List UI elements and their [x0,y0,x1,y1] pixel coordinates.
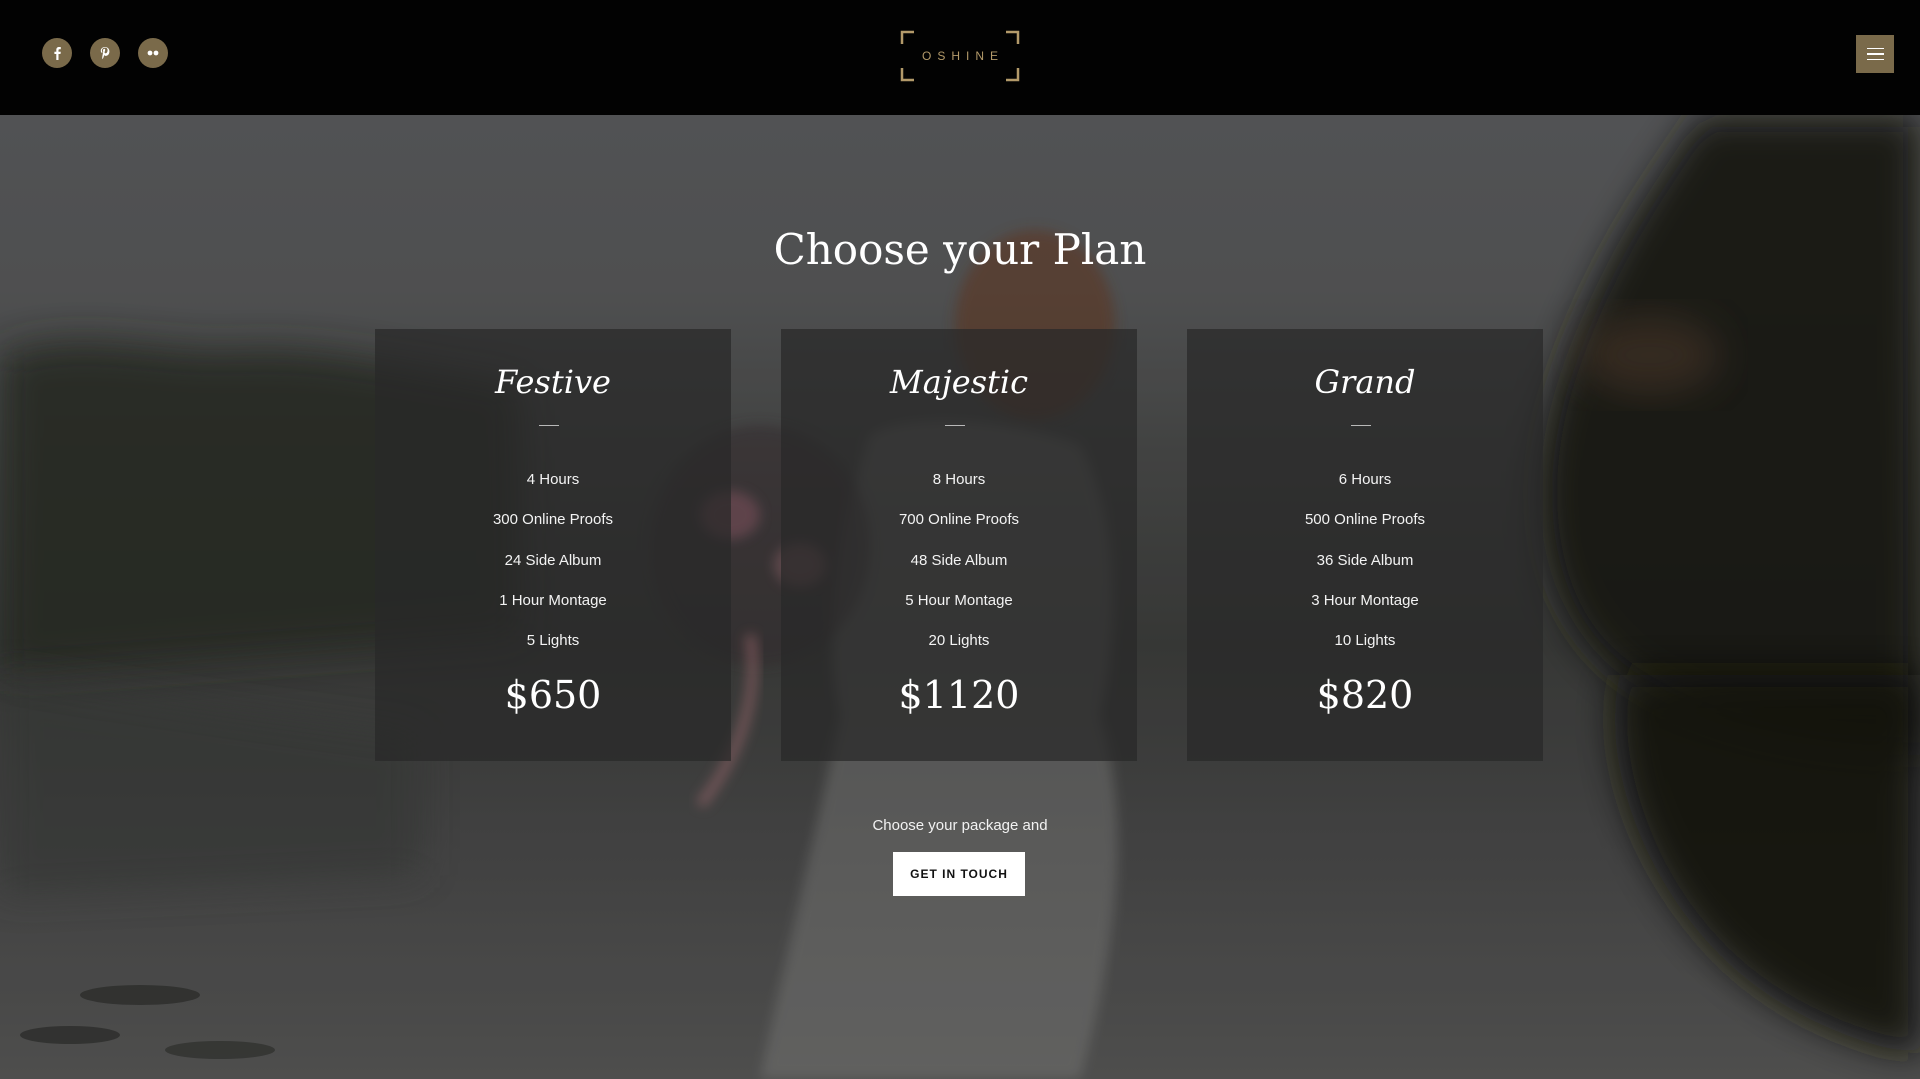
plan-card-majestic: Majestic 8 Hours 700 Online Proofs 48 Si… [781,329,1137,761]
facebook-link[interactable] [42,38,72,68]
plan-feature: 4 Hours [526,471,580,488]
menu-button[interactable] [1856,35,1894,73]
plan-feature: 3 Hour Montage [1311,591,1419,609]
plan-name: Majestic [889,363,1029,401]
plan-price: $650 [504,673,602,717]
divider [945,425,965,426]
plan-feature: 500 Online Proofs [1304,511,1426,529]
plan-name: Grand [1314,363,1416,401]
plan-feature: 24 Side Album [504,551,602,569]
plan-feature: 1 Hour Montage [499,591,607,609]
pinterest-link[interactable] [90,38,120,68]
plan-feature: 5 Hour Montage [905,591,1013,609]
plan-feature: 48 Side Album [910,551,1008,569]
divider [539,425,559,426]
plan-features: 8 Hours 700 Online Proofs 48 Side Album … [781,470,1137,671]
plan-feature: 20 Lights [928,632,990,650]
pricing-section: Choose your Plan Festive 4 Hours 300 Onl… [0,115,1920,1079]
cta-text: Choose your package and [872,817,1048,834]
flickr-icon [147,50,159,56]
get-in-touch-button[interactable]: GET IN TOUCH [893,852,1025,896]
plan-features: 6 Hours 500 Online Proofs 36 Side Album … [1187,470,1543,671]
plan-feature: 10 Lights [1334,632,1396,650]
site-logo[interactable]: OSHINE [900,30,1020,82]
plan-card-festive: Festive 4 Hours 300 Online Proofs 24 Sid… [375,329,731,761]
social-links [42,38,168,68]
facebook-icon [54,47,61,60]
plan-feature: 5 Lights [526,632,580,650]
section-title: Choose your Plan [773,225,1147,274]
flickr-link[interactable] [138,38,168,68]
plan-card-grand: Grand 6 Hours 500 Online Proofs 36 Side … [1187,329,1543,761]
plan-feature: 8 Hours [932,471,986,488]
plan-feature: 6 Hours [1338,471,1392,488]
plan-feature: 36 Side Album [1316,551,1414,569]
site-header: OSHINE [0,0,1920,115]
plan-feature: 700 Online Proofs [898,511,1020,529]
plan-name: Festive [495,363,611,401]
plan-features: 4 Hours 300 Online Proofs 24 Side Album … [375,470,731,671]
pinterest-icon [100,47,110,60]
plan-feature: 300 Online Proofs [492,511,614,529]
logo-text: OSHINE [921,49,1004,63]
plan-price: $1120 [898,673,1020,717]
divider [1351,425,1371,426]
hamburger-menu-icon [1866,47,1884,50]
plan-price: $820 [1316,673,1414,717]
